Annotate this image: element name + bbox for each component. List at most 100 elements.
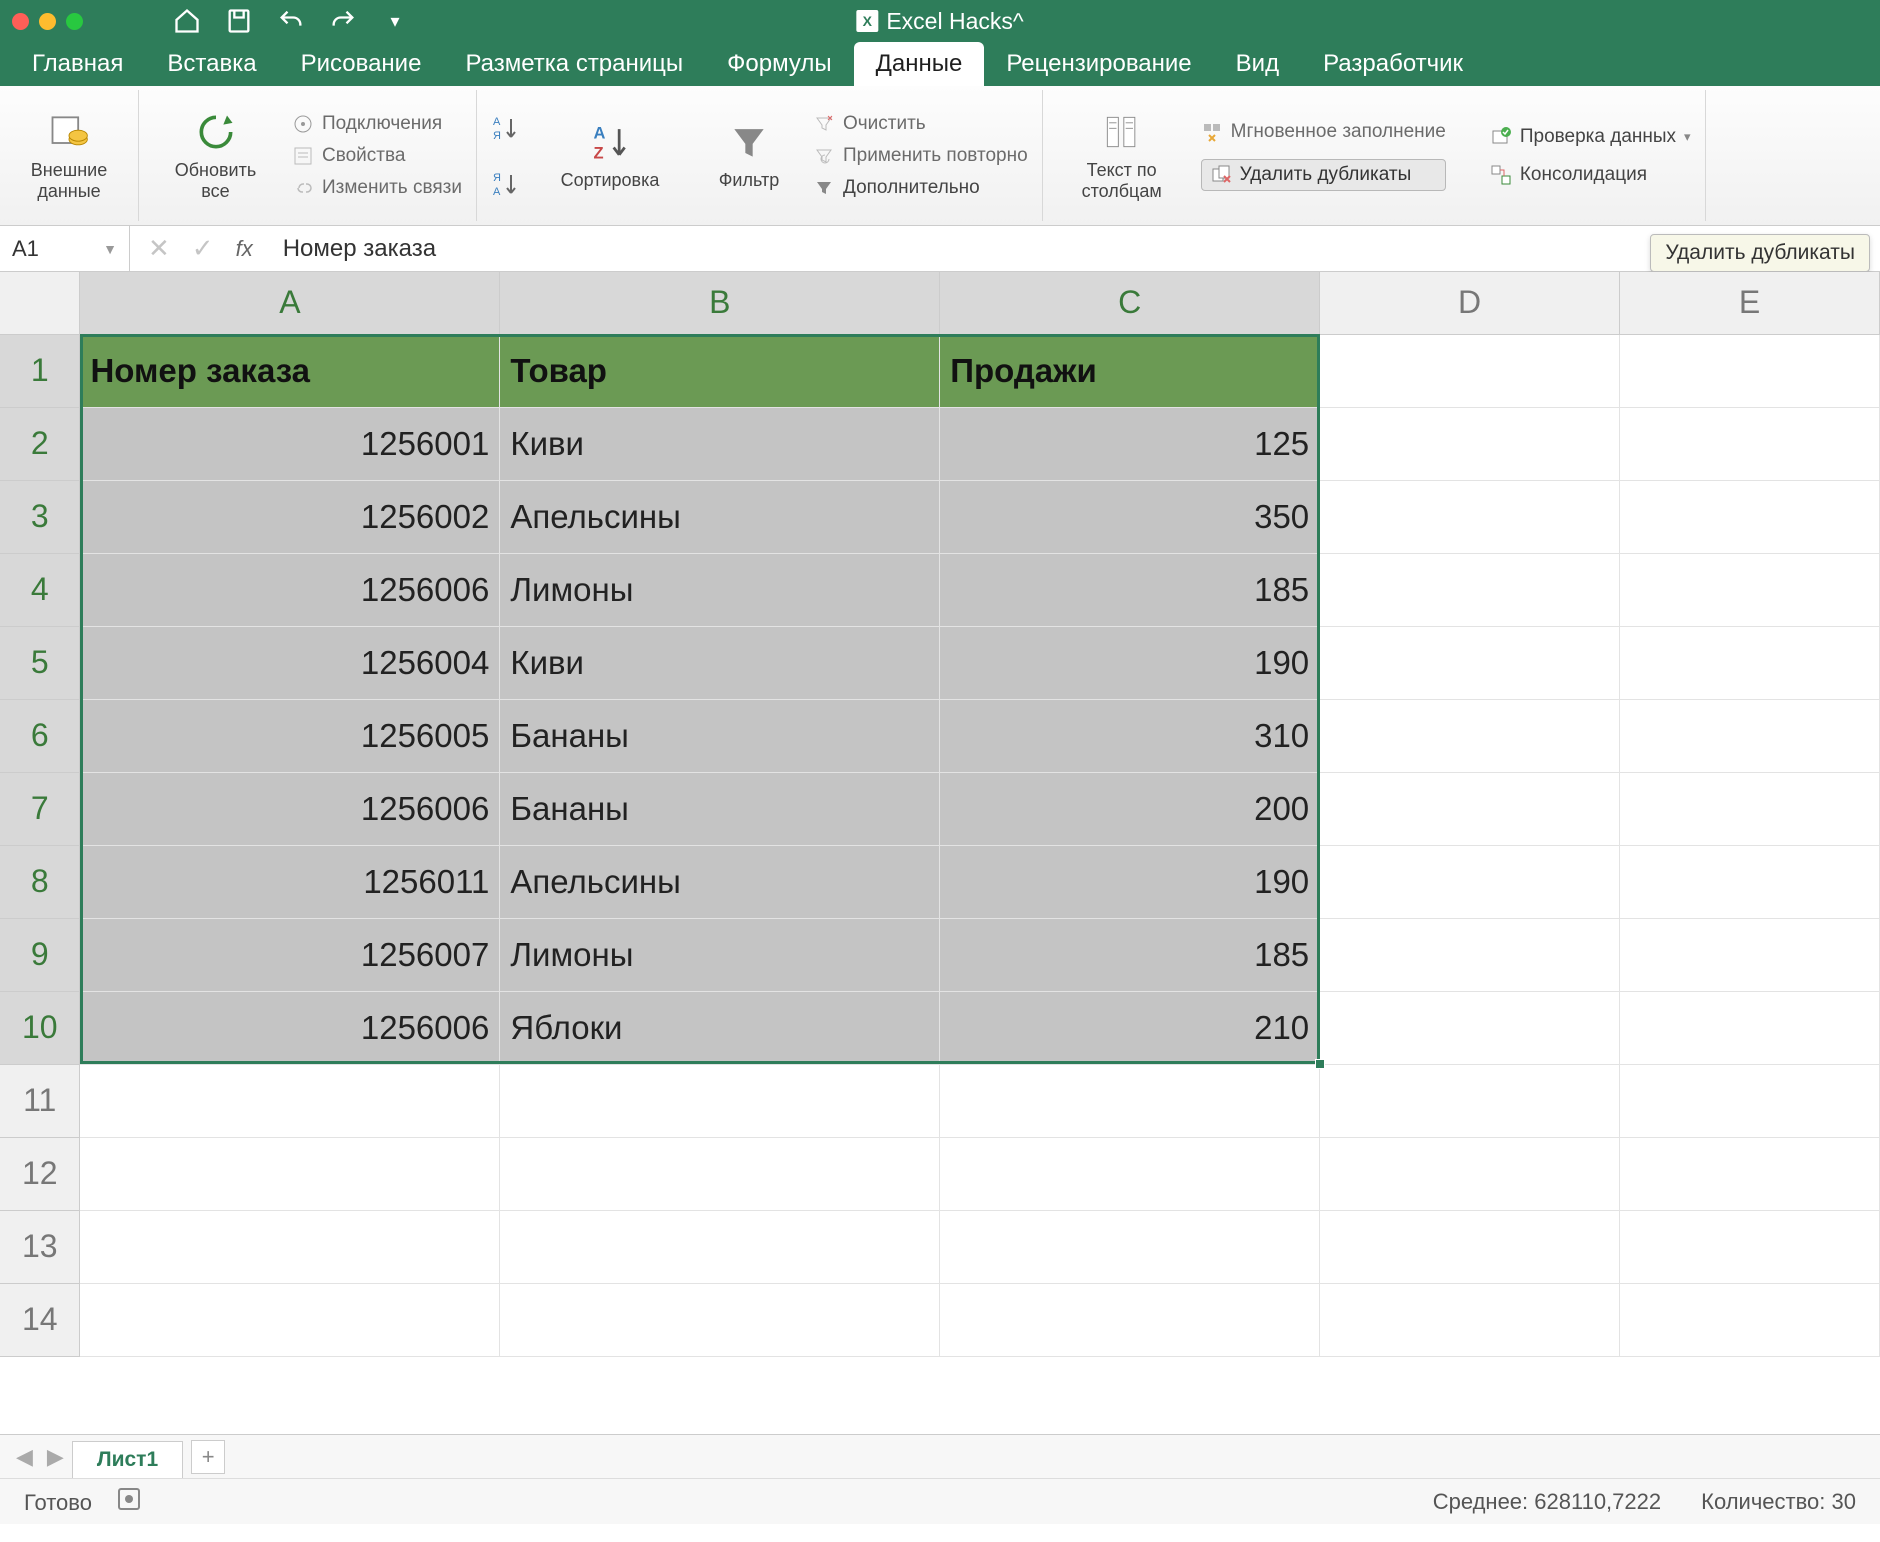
clear-filter-button[interactable]: Очистить: [813, 113, 1028, 135]
fill-handle[interactable]: [1315, 1059, 1325, 1069]
column-header[interactable]: C: [940, 272, 1320, 334]
formula-input[interactable]: Номер заказа: [271, 235, 1880, 263]
cell[interactable]: [1320, 1137, 1620, 1210]
cell[interactable]: 310: [940, 699, 1320, 772]
row-header[interactable]: 12: [0, 1137, 80, 1210]
cell[interactable]: [1620, 1283, 1880, 1356]
cell[interactable]: [1620, 772, 1880, 845]
row-header[interactable]: 2: [0, 407, 80, 480]
row-header[interactable]: 8: [0, 845, 80, 918]
refresh-all-button[interactable]: Обновить все: [153, 110, 278, 202]
cell[interactable]: [1620, 699, 1880, 772]
cell[interactable]: [500, 1283, 940, 1356]
cell[interactable]: [1620, 334, 1880, 407]
cell[interactable]: [500, 1064, 940, 1137]
ribbon-tab-формулы[interactable]: Формулы: [705, 42, 853, 86]
cell[interactable]: [940, 1283, 1320, 1356]
save-icon[interactable]: [225, 7, 253, 35]
cell[interactable]: Товар: [500, 334, 940, 407]
cell[interactable]: [940, 1137, 1320, 1210]
cell[interactable]: [80, 1137, 500, 1210]
row-header[interactable]: 6: [0, 699, 80, 772]
cell[interactable]: [1320, 845, 1620, 918]
flash-fill-button[interactable]: Мгновенное заполнение: [1201, 121, 1446, 143]
cell[interactable]: 190: [940, 845, 1320, 918]
cell[interactable]: 1256001: [80, 407, 500, 480]
external-data-button[interactable]: Внешние данные: [14, 110, 124, 202]
cell[interactable]: [1320, 407, 1620, 480]
ribbon-tab-вставка[interactable]: Вставка: [145, 42, 278, 86]
cell[interactable]: Апельсины: [500, 845, 940, 918]
row-header[interactable]: 7: [0, 772, 80, 845]
cell[interactable]: [1320, 553, 1620, 626]
customize-qat-icon[interactable]: ▾: [381, 7, 409, 35]
cell[interactable]: [1620, 918, 1880, 991]
redo-icon[interactable]: [329, 7, 357, 35]
cell[interactable]: 1256002: [80, 480, 500, 553]
cell[interactable]: Лимоны: [500, 553, 940, 626]
minimize-window-icon[interactable]: [39, 13, 56, 30]
cell[interactable]: [1620, 407, 1880, 480]
add-sheet-button[interactable]: +: [191, 1440, 225, 1474]
ribbon-tab-вид[interactable]: Вид: [1214, 42, 1301, 86]
cell[interactable]: 1256005: [80, 699, 500, 772]
cell[interactable]: [940, 1064, 1320, 1137]
row-header[interactable]: 11: [0, 1064, 80, 1137]
cell[interactable]: Яблоки: [500, 991, 940, 1064]
cell[interactable]: 125: [940, 407, 1320, 480]
properties-button[interactable]: Свойства: [292, 145, 462, 167]
cell[interactable]: 185: [940, 918, 1320, 991]
cell[interactable]: 190: [940, 626, 1320, 699]
row-header[interactable]: 3: [0, 480, 80, 553]
ribbon-tab-главная[interactable]: Главная: [10, 42, 145, 86]
cell[interactable]: Бананы: [500, 699, 940, 772]
row-header[interactable]: 14: [0, 1283, 80, 1356]
cell[interactable]: [1320, 626, 1620, 699]
ribbon-tab-данные[interactable]: Данные: [854, 42, 985, 86]
cell[interactable]: [1620, 845, 1880, 918]
cell[interactable]: [1320, 1210, 1620, 1283]
cell[interactable]: 1256006: [80, 553, 500, 626]
cell[interactable]: Апельсины: [500, 480, 940, 553]
spreadsheet-grid[interactable]: ABCDE1Номер заказаТоварПродажи21256001Ки…: [0, 272, 1880, 1434]
edit-links-button[interactable]: Изменить связи: [292, 177, 462, 199]
filter-button[interactable]: Фильтр: [699, 120, 799, 191]
cell[interactable]: 1256006: [80, 772, 500, 845]
column-header[interactable]: B: [500, 272, 940, 334]
data-validation-button[interactable]: Проверка данных ▾: [1490, 126, 1691, 148]
remove-duplicates-button[interactable]: Удалить дубликаты: [1201, 159, 1446, 191]
row-header[interactable]: 10: [0, 991, 80, 1064]
sort-ascending-icon[interactable]: AЯ: [491, 113, 521, 143]
cell[interactable]: [940, 1210, 1320, 1283]
cell[interactable]: 185: [940, 553, 1320, 626]
row-header[interactable]: 1: [0, 334, 80, 407]
cell[interactable]: 350: [940, 480, 1320, 553]
close-window-icon[interactable]: [12, 13, 29, 30]
sheet-tab[interactable]: Лист1: [72, 1441, 183, 1478]
cell[interactable]: [1320, 772, 1620, 845]
cell[interactable]: [1320, 1064, 1620, 1137]
home-icon[interactable]: [173, 7, 201, 35]
cell[interactable]: Киви: [500, 626, 940, 699]
cell[interactable]: Бананы: [500, 772, 940, 845]
cell[interactable]: [80, 1064, 500, 1137]
cell[interactable]: [1620, 480, 1880, 553]
cell[interactable]: 1256006: [80, 991, 500, 1064]
sort-descending-icon[interactable]: ЯA: [491, 169, 521, 199]
row-header[interactable]: 9: [0, 918, 80, 991]
sheet-nav-next-icon[interactable]: ▶: [41, 1444, 70, 1470]
advanced-filter-button[interactable]: Дополнительно: [813, 177, 1028, 199]
cell[interactable]: [1320, 1283, 1620, 1356]
cell[interactable]: [1620, 553, 1880, 626]
cell[interactable]: [1620, 626, 1880, 699]
reapply-filter-button[interactable]: Применить повторно: [813, 145, 1028, 167]
cell[interactable]: [1320, 918, 1620, 991]
cell[interactable]: [80, 1210, 500, 1283]
macro-record-icon[interactable]: [118, 1488, 140, 1510]
cell[interactable]: [1620, 991, 1880, 1064]
ribbon-tab-рисование[interactable]: Рисование: [279, 42, 444, 86]
consolidation-button[interactable]: Консолидация: [1490, 164, 1691, 186]
maximize-window-icon[interactable]: [66, 13, 83, 30]
column-header[interactable]: E: [1620, 272, 1880, 334]
cancel-icon[interactable]: ✕: [148, 233, 170, 264]
